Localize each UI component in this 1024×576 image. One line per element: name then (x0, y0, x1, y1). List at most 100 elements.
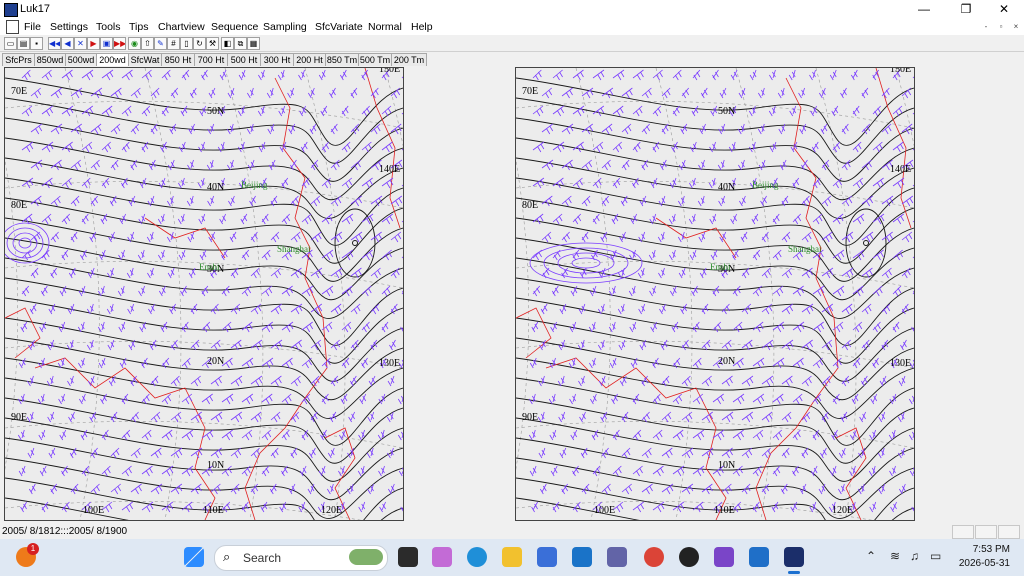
chevron-up-icon[interactable]: ⌃ (866, 549, 876, 563)
tab-850ht[interactable]: 850 Ht (161, 53, 195, 66)
weather-chart-right[interactable]: 70E 80E 90E 100E 110E 120E 130E 140E 150… (515, 67, 915, 521)
media-player-icon[interactable] (679, 547, 699, 567)
prev-frame-icon[interactable]: ◀ (61, 37, 74, 50)
luk17-app-icon[interactable] (784, 547, 804, 567)
wind-barb (341, 249, 354, 261)
next-frame-icon[interactable]: ▶ (87, 37, 100, 50)
menu-tools[interactable]: Tools (96, 21, 121, 33)
wind-barb (812, 357, 823, 369)
tab-200wd[interactable]: 200wd (96, 53, 129, 66)
wind-barb (401, 112, 403, 115)
wind-barb (852, 105, 860, 117)
wind-barb (732, 285, 741, 297)
page-icon[interactable]: ▯ (180, 37, 193, 50)
edge-icon[interactable] (467, 547, 487, 567)
volume-icon[interactable]: ♫ (910, 549, 919, 563)
wifi-icon[interactable]: ≋ (890, 549, 900, 563)
wind-barb (900, 339, 907, 351)
wind-barb (370, 267, 381, 279)
store-icon[interactable] (537, 547, 557, 567)
outlook-icon[interactable] (572, 547, 592, 567)
menu-chartview[interactable]: Chartview (158, 21, 205, 33)
menu-settings[interactable]: Settings (50, 21, 88, 33)
document-icon[interactable] (6, 20, 19, 34)
wind-barb (801, 447, 809, 459)
menu-sfcvariate[interactable]: SfcVariate (315, 21, 363, 33)
wind-barb (370, 303, 380, 315)
graticule-line (224, 68, 264, 520)
mdi-restore-button[interactable]: ▫ (995, 21, 1007, 32)
first-frame-icon[interactable]: ◀◀ (48, 37, 61, 50)
close-button[interactable]: ✕ (984, 0, 1024, 18)
wind-barb (67, 375, 74, 387)
tab-200tm[interactable]: 200 Tm (391, 53, 427, 66)
pen-icon[interactable]: ✎ (154, 37, 167, 50)
window-icon[interactable]: ◧ (221, 37, 234, 50)
menu-file[interactable]: File (24, 21, 41, 33)
menu-sequence[interactable]: Sequence (211, 21, 258, 33)
tab-500tm[interactable]: 500 Tm (358, 53, 392, 66)
wind-barb (181, 393, 193, 405)
wind-barb (121, 501, 134, 513)
wind-barb (181, 429, 194, 441)
open-icon[interactable]: ▤ (17, 37, 30, 50)
menu-help[interactable]: Help (411, 21, 433, 33)
save-icon[interactable]: ▪ (30, 37, 43, 50)
wind-barb (329, 411, 337, 423)
layers-icon[interactable]: ⧉ (234, 37, 247, 50)
mdi-minimize-button[interactable]: - (980, 21, 992, 32)
lon-label: 110E (203, 505, 224, 516)
windows-start-icon[interactable] (184, 547, 204, 567)
refresh-icon[interactable]: ↻ (193, 37, 206, 50)
wind-barb (401, 184, 403, 187)
tab-850tm[interactable]: 850 Tm (325, 53, 359, 66)
wind-barb (260, 501, 268, 513)
step-icon[interactable]: ▣ (100, 37, 113, 50)
taskbar-search[interactable]: ⌕ Search (214, 545, 388, 571)
wind-barb (898, 375, 906, 387)
teams-icon[interactable] (607, 547, 627, 567)
tab-850wd[interactable]: 850wd (34, 53, 66, 66)
minimize-button[interactable]: — (904, 0, 944, 18)
menu-sampling[interactable]: Sampling (263, 21, 307, 33)
wind-barb (772, 465, 781, 477)
taskbar-clock[interactable]: 7:53 PM 2026-05-31 (940, 543, 1010, 571)
tab-700ht[interactable]: 700 Ht (194, 53, 228, 66)
menu-tips[interactable]: Tips (129, 21, 148, 33)
last-frame-icon[interactable]: ▶▶ (113, 37, 126, 50)
wind-barb (270, 231, 280, 243)
stop-icon[interactable]: ✕ (74, 37, 87, 50)
weather-chart-left[interactable]: 70E 80E 90E 100E 110E 120E 130E 140E 150… (4, 67, 404, 521)
wind-barb (329, 87, 336, 99)
tab-sfcwat[interactable]: SfcWat (128, 53, 162, 66)
wind-barb (781, 303, 794, 315)
tab-500ht[interactable]: 500 Ht (227, 53, 261, 66)
print-icon[interactable]: ▦ (247, 37, 260, 50)
task-view-icon[interactable] (398, 547, 418, 567)
tab-200ht[interactable]: 200 Ht (293, 53, 326, 66)
mdi-close-button[interactable]: × (1010, 21, 1022, 32)
wind-barb (121, 141, 130, 153)
tool-icon[interactable]: ⚒ (206, 37, 219, 50)
menu-normal[interactable]: Normal (368, 21, 402, 33)
chrome-icon[interactable] (644, 547, 664, 567)
tab-sfcprs[interactable]: SfcPrs (2, 53, 35, 66)
wind-barb (572, 69, 584, 81)
new-icon[interactable]: ▭ (4, 37, 17, 50)
globe-icon[interactable]: ◉ (128, 37, 141, 50)
wind-barb (612, 69, 625, 81)
tab-500wd[interactable]: 500wd (65, 53, 97, 66)
tab-300ht[interactable]: 300 Ht (260, 53, 294, 66)
file-explorer-icon[interactable] (502, 547, 522, 567)
copilot-icon[interactable] (432, 547, 452, 567)
restore-button[interactable]: ❐ (946, 0, 986, 18)
wind-barb (90, 483, 100, 495)
visual-studio-icon[interactable] (714, 547, 734, 567)
wind-barb (641, 447, 652, 459)
upload-icon[interactable]: ⇧ (141, 37, 154, 50)
wind-barb (230, 375, 243, 387)
wind-barb (161, 105, 169, 117)
wind-barb (290, 231, 301, 243)
remote-desktop-icon[interactable] (749, 547, 769, 567)
grid-icon[interactable]: # (167, 37, 180, 50)
